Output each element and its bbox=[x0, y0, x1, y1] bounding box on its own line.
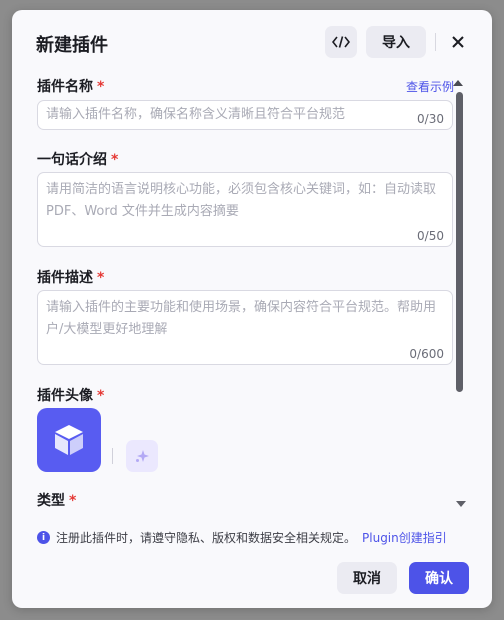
plugin-type-label: 类型 * bbox=[37, 490, 76, 510]
code-view-button[interactable] bbox=[325, 26, 357, 58]
close-button[interactable] bbox=[446, 28, 470, 56]
scrollbar-thumb[interactable] bbox=[456, 92, 463, 392]
plugin-name-label-text: 插件名称 bbox=[37, 79, 93, 95]
info-icon: i bbox=[37, 531, 50, 544]
create-plugin-dialog: 新建插件 导入 插件名称 * 查看示例 请输入插件名称，确保名称含义清晰且符合平台… bbox=[12, 10, 492, 608]
plugin-name-label: 插件名称 * bbox=[37, 76, 104, 96]
plugin-avatar-label-text: 插件头像 bbox=[37, 388, 93, 404]
plugin-name-placeholder: 请输入插件名称，确保名称含义清晰且符合平台规范 bbox=[46, 107, 346, 122]
import-button[interactable]: 导入 bbox=[366, 26, 426, 58]
plugin-avatar-upload[interactable] bbox=[37, 408, 101, 472]
header-divider bbox=[435, 33, 436, 51]
plugin-description-label: 插件描述 * bbox=[37, 267, 104, 287]
required-mark: * bbox=[111, 152, 119, 168]
required-mark: * bbox=[97, 388, 105, 404]
view-example-link[interactable]: 查看示例 bbox=[406, 78, 454, 95]
plugin-name-count: 0/30 bbox=[417, 112, 444, 126]
plugin-description-textarea[interactable]: 请输入插件的主要功能和使用场景，确保内容符合平台规范。帮助用户/大模型更好地理解… bbox=[37, 290, 453, 365]
close-icon bbox=[452, 36, 464, 48]
plugin-type-label-text: 类型 bbox=[37, 493, 65, 509]
cancel-button[interactable]: 取消 bbox=[337, 562, 397, 594]
plugin-guide-link[interactable]: Plugin创建指引 bbox=[362, 529, 447, 546]
plugin-intro-label-text: 一句话介绍 bbox=[37, 152, 107, 168]
type-dropdown-chevron[interactable] bbox=[456, 501, 466, 507]
plugin-description-label-text: 插件描述 bbox=[37, 270, 93, 286]
scroll-up-arrow[interactable] bbox=[453, 80, 463, 86]
plugin-intro-placeholder: 请用简洁的语言说明核心功能，必须包含核心关键词，如：自动读取 PDF、Word … bbox=[46, 182, 437, 219]
plugin-intro-count: 0/50 bbox=[417, 229, 444, 243]
required-mark: * bbox=[69, 493, 77, 509]
avatar-divider bbox=[112, 448, 113, 464]
code-icon bbox=[332, 36, 350, 48]
required-mark: * bbox=[97, 270, 105, 286]
plugin-intro-textarea[interactable]: 请用简洁的语言说明核心功能，必须包含核心关键词，如：自动读取 PDF、Word … bbox=[37, 172, 453, 247]
dialog-title: 新建插件 bbox=[36, 35, 108, 56]
plugin-description-count: 0/600 bbox=[409, 347, 444, 361]
ai-generate-avatar-button[interactable] bbox=[126, 440, 158, 472]
plugin-description-placeholder: 请输入插件的主要功能和使用场景，确保内容符合平台规范。帮助用户/大模型更好地理解 bbox=[46, 300, 437, 337]
notice-text: 注册此插件时，请遵守隐私、版权和数据安全相关规定。 bbox=[56, 531, 357, 545]
cube-icon bbox=[55, 425, 83, 455]
plugin-avatar-label: 插件头像 * bbox=[37, 385, 104, 405]
plugin-name-input[interactable]: 请输入插件名称，确保名称含义清晰且符合平台规范 0/30 bbox=[37, 100, 453, 130]
sparkle-icon bbox=[136, 450, 149, 462]
plugin-intro-label: 一句话介绍 * bbox=[37, 149, 118, 169]
required-mark: * bbox=[97, 79, 105, 95]
compliance-notice: i 注册此插件时，请遵守隐私、版权和数据安全相关规定。 Plugin创建指引 bbox=[37, 529, 447, 546]
confirm-button[interactable]: 确认 bbox=[409, 562, 469, 594]
